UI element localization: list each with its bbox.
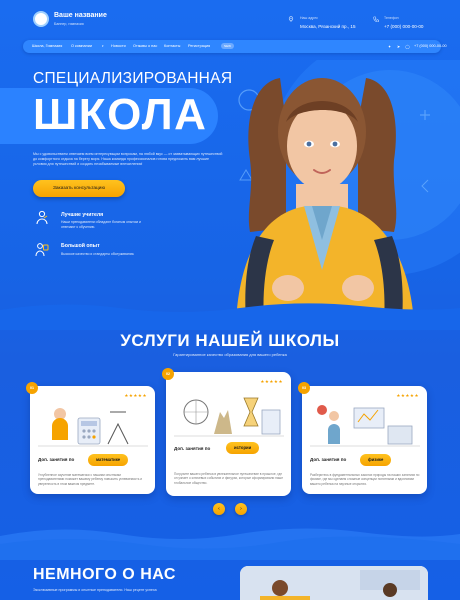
card-label: Доп. занятия по xyxy=(310,457,347,462)
feature-experience-title: Большой опыт xyxy=(61,243,100,249)
main-navbar: Школа, Гимназия О компании ▾ Новости Отз… xyxy=(23,40,447,53)
service-card-math[interactable]: 01 ★★★★★ Доп. занятия по математике Углу… xyxy=(26,382,155,494)
page: Ваше название Баннер, гимназия Наш адрес… xyxy=(0,0,460,600)
teacher-icon xyxy=(36,210,48,225)
nav-item-registration[interactable]: Регистрация xyxy=(188,44,210,48)
math-pill-button[interactable]: математике xyxy=(88,454,129,466)
experience-icon xyxy=(35,243,49,257)
history-illustration xyxy=(174,397,284,437)
star-rating-icon: ★★★★★ xyxy=(396,393,419,398)
star-rating-icon: ★★★★★ xyxy=(260,379,283,384)
carousel-prev-button[interactable]: ‹ xyxy=(213,503,225,515)
logo-title[interactable]: Ваше название xyxy=(54,12,107,19)
math-illustration xyxy=(38,408,148,447)
section-wave xyxy=(0,303,460,330)
card-description: Углубленное изучение математики с нашими… xyxy=(38,473,143,486)
hero-girl-photo xyxy=(236,78,414,322)
card-description: Разберитесь в фундаментальных законах пр… xyxy=(310,473,420,486)
site-header: Ваше название Баннер, гимназия Наш адрес… xyxy=(0,0,460,40)
card-number: 03 xyxy=(298,382,310,394)
hero-kicker: СПЕЦИАЛИЗИРОВАННАЯ xyxy=(33,70,233,87)
service-card-physics[interactable]: 03 ★★★★★ Доп. занятия по физике Разберит… xyxy=(298,382,427,494)
feature-experience-text: Высокое качество и стандарты обслуживани… xyxy=(61,252,135,256)
card-label: Доп. занятия по xyxy=(38,457,75,462)
nav-item-contacts[interactable]: Контакты xyxy=(164,44,180,48)
telegram-icon[interactable]: ➤ xyxy=(395,43,402,50)
hero-description: Мы с удовольствием отвечаем всем интерес… xyxy=(33,152,223,166)
chevron-down-icon[interactable]: ▾ xyxy=(102,44,104,48)
logo-icon[interactable] xyxy=(33,11,49,27)
phone-label: Телефон xyxy=(384,16,399,20)
nav-item-reviews[interactable]: Отзывы о нас xyxy=(133,44,157,48)
card-description: Погрузите вашего ребенка в увлекательное… xyxy=(174,472,283,485)
card-label: Доп. занятия по xyxy=(174,446,211,451)
logo-subtitle: Баннер, гимназия xyxy=(54,22,84,26)
services-title: УСЛУГИ НАШЕЙ ШКОЛЫ xyxy=(120,331,340,350)
physics-pill-button[interactable]: физике xyxy=(360,454,392,466)
location-pin-icon xyxy=(288,16,294,22)
nav-item-news[interactable]: Новости xyxy=(111,44,126,48)
nav-phone[interactable]: +7 (000) 000-00-00 xyxy=(414,44,447,48)
carousel-next-button[interactable]: › xyxy=(235,503,247,515)
section-wave xyxy=(0,528,460,560)
history-pill-button[interactable]: истории xyxy=(226,442,260,454)
service-card-history[interactable]: 02 ★★★★★ Доп. занятия по истории Погрузи… xyxy=(162,368,291,496)
feature-teachers-title: Лучшие учителя xyxy=(61,212,104,218)
about-text: Эксклюзивные программы и опытные препода… xyxy=(33,588,157,592)
vk-icon[interactable]: ✦ xyxy=(386,43,393,50)
card-number: 02 xyxy=(162,368,174,380)
about-classroom-photo xyxy=(240,566,428,600)
hero-title: ШКОЛА xyxy=(33,90,208,139)
phone-icon xyxy=(373,16,379,22)
whatsapp-icon[interactable]: ◯ xyxy=(404,43,411,50)
consultation-button[interactable]: Заказать консультацию xyxy=(33,180,125,197)
physics-illustration xyxy=(310,405,420,447)
address-value: Москва, Рязанский пр., 15 xyxy=(300,24,356,29)
address-label: Наш адрес xyxy=(300,16,318,20)
feature-teachers-text: Наши преподаватели обладают богатым опыт… xyxy=(61,220,141,229)
nav-new-badge: NEW xyxy=(221,43,234,49)
card-number: 01 xyxy=(26,382,38,394)
nav-item-school[interactable]: Школа, Гимназия xyxy=(32,44,62,48)
services-subtitle: Гарантированное качество образования для… xyxy=(173,352,287,357)
star-rating-icon: ★★★★★ xyxy=(124,393,147,398)
about-title: НЕМНОГО О НАС xyxy=(33,566,176,583)
phone-value[interactable]: +7 (000) 000-00-00 xyxy=(384,24,423,29)
nav-item-about[interactable]: О компании xyxy=(71,44,92,48)
